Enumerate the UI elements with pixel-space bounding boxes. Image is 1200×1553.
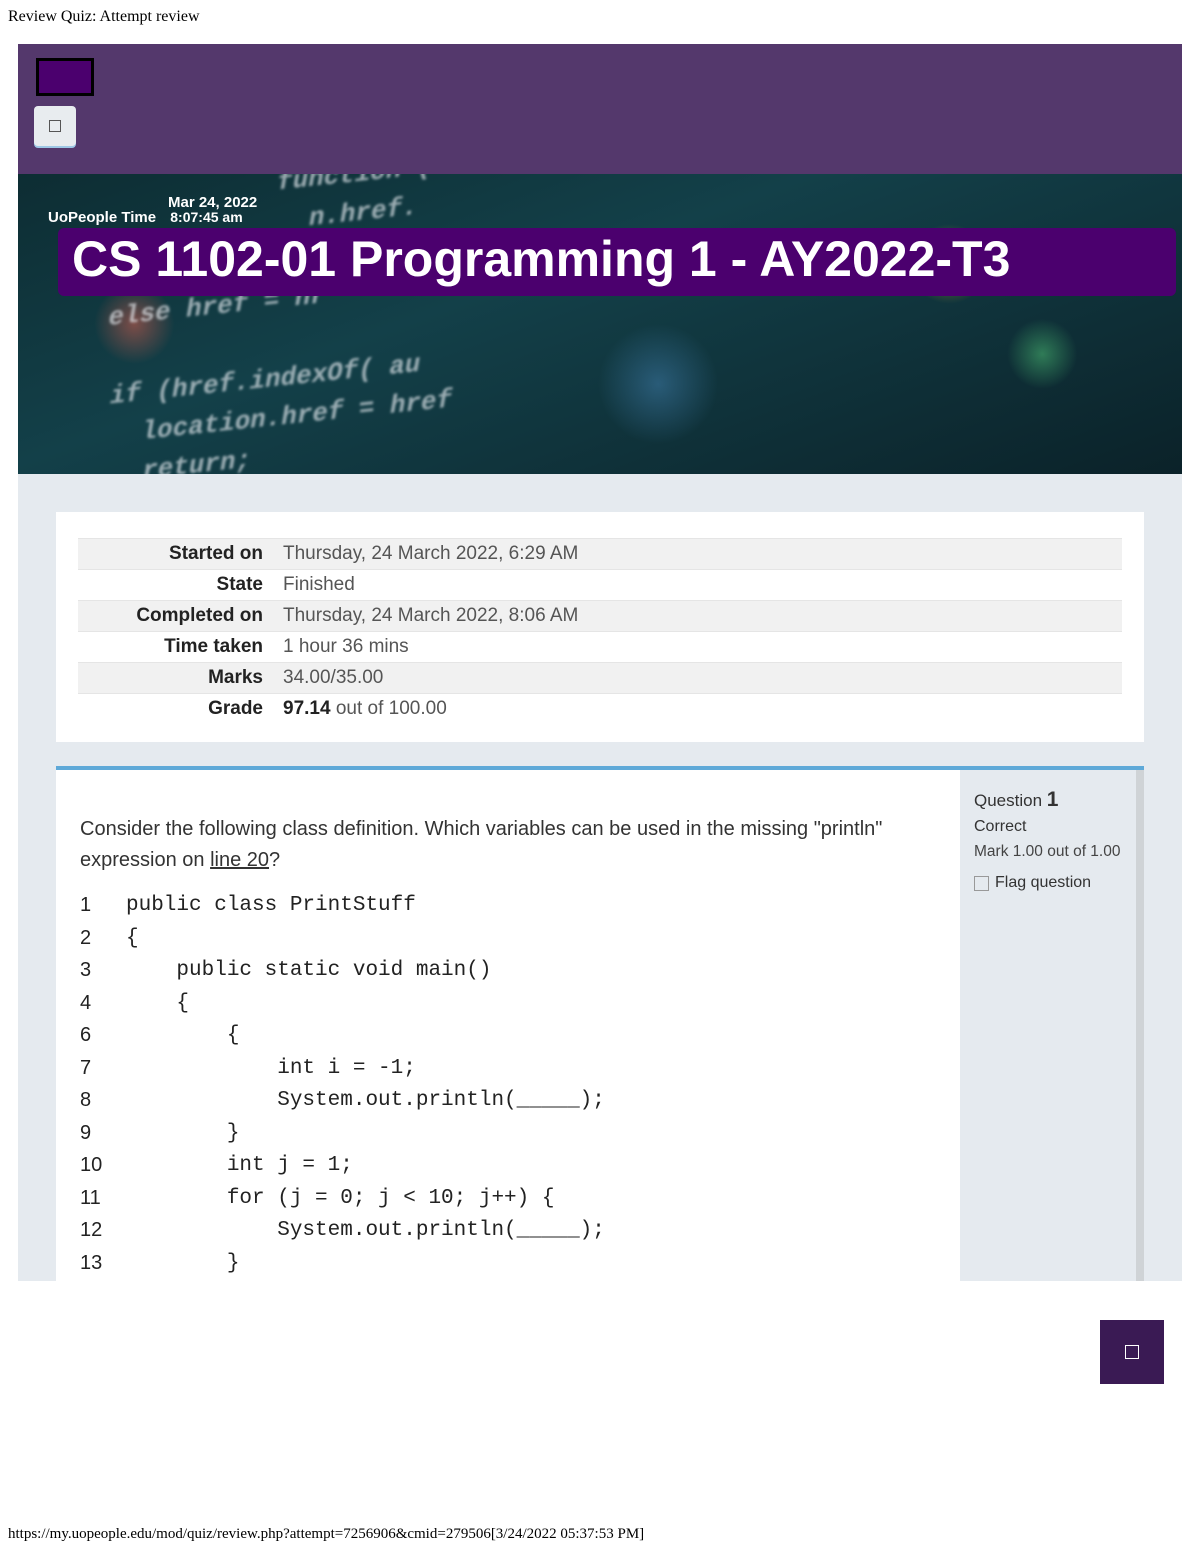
code-lineno: 3 [80,955,126,988]
hero-meta: Mar 24, 2022 UoPeople Time 8:07:45 am [48,194,257,226]
code-line: 1public class PrintStuff [80,890,936,923]
summary-value: 34.00/35.00 [273,663,1122,694]
course-hero-banner: function ( n.href. if (hre else href = h… [18,174,1182,474]
code-line: 12 System.out.println(_____); [80,1215,936,1248]
summary-row: Completed onThursday, 24 March 2022, 8:0… [78,601,1122,632]
code-lineno: 13 [80,1248,126,1281]
question-prompt-tail: ? [269,849,280,871]
code-text: } [126,1118,239,1151]
code-lineno: 10 [80,1150,126,1183]
summary-value: 97.14 out of 100.00 [273,694,1122,725]
code-line: 6 { [80,1020,936,1053]
code-lineno: 4 [80,988,126,1021]
code-line: 10 int j = 1; [80,1150,936,1183]
summary-value: 1 hour 36 mins [273,632,1122,663]
code-line: 11 for (j = 0; j < 10; j++) { [80,1183,936,1216]
summary-row: Time taken1 hour 36 mins [78,632,1122,663]
code-line: 9 } [80,1118,936,1151]
code-text: { [126,988,189,1021]
content-area: Started onThursday, 24 March 2022, 6:29 … [18,474,1182,1281]
summary-row: Marks34.00/35.00 [78,663,1122,694]
code-text: System.out.println(_____); [126,1215,605,1248]
summary-label: Started on [78,539,273,570]
course-title: CS 1102-01 Programming 1 - AY2022-T3 [72,230,1162,288]
question-mark: Mark 1.00 out of 1.00 [974,842,1126,862]
summary-row: Started onThursday, 24 March 2022, 6:29 … [78,539,1122,570]
menu-icon [49,120,61,132]
document-title: Review Quiz: Attempt review [0,0,1200,26]
code-text: for (j = 0; j < 10; j++) { [126,1183,554,1216]
summary-value: Finished [273,570,1122,601]
summary-value: Thursday, 24 March 2022, 8:06 AM [273,601,1122,632]
code-line: 7 int i = -1; [80,1053,936,1086]
flag-icon [974,876,989,891]
question-prompt-text: Consider the following class definition.… [80,818,882,871]
question-number: Question 1 [974,788,1126,812]
flag-question-link[interactable]: Flag question [974,874,1126,892]
site-logo[interactable] [36,58,94,96]
attempt-summary-table: Started onThursday, 24 March 2022, 6:29 … [78,538,1122,724]
hero-time: 8:07:45 am [170,209,242,225]
code-text: public class PrintStuff [126,890,416,923]
code-lineno: 12 [80,1215,126,1248]
code-text: { [126,923,139,956]
code-line: 3 public static void main() [80,955,936,988]
code-lineno: 1 [80,890,126,923]
top-header [18,44,1182,174]
question-state: Correct [974,818,1126,836]
question-prompt-link[interactable]: line 20 [210,849,269,871]
question-block: Consider the following class definition.… [56,766,1144,1281]
code-lineno: 7 [80,1053,126,1086]
code-text: public static void main() [126,955,491,988]
summary-label: Grade [78,694,273,725]
code-lineno: 2 [80,923,126,956]
summary-row: StateFinished [78,570,1122,601]
code-text: int j = 1; [126,1150,353,1183]
question-content: Consider the following class definition.… [56,770,960,1281]
code-text: int i = -1; [126,1053,416,1086]
scroll-helper-button[interactable] [1100,1320,1164,1384]
summary-label: Completed on [78,601,273,632]
question-info-panel: Question 1 Correct Mark 1.00 out of 1.00… [960,770,1144,1281]
summary-label: Marks [78,663,273,694]
code-line: 13 } [80,1248,936,1281]
uopeople-time-label: UoPeople Time [48,209,156,226]
code-lineno: 9 [80,1118,126,1151]
summary-value: Thursday, 24 March 2022, 6:29 AM [273,539,1122,570]
code-lineno: 11 [80,1183,126,1216]
code-line: 4 { [80,988,936,1021]
footer-url: https://my.uopeople.edu/mod/quiz/review.… [8,1526,644,1543]
summary-label: Time taken [78,632,273,663]
course-title-banner: CS 1102-01 Programming 1 - AY2022-T3 [58,228,1176,296]
summary-row: Grade97.14 out of 100.00 [78,694,1122,725]
attempt-summary-card: Started onThursday, 24 March 2022, 6:29 … [56,512,1144,742]
code-line: 8 System.out.println(_____); [80,1085,936,1118]
nav-toggle-button[interactable] [34,106,76,146]
code-text: System.out.println(_____); [126,1085,605,1118]
square-icon [1125,1345,1139,1359]
code-line: 2{ [80,923,936,956]
code-text: { [126,1020,239,1053]
flag-question-label: Flag question [995,874,1091,892]
code-listing: 1public class PrintStuff2{3 public stati… [80,890,936,1281]
page-container: function ( n.href. if (hre else href = h… [18,44,1182,1281]
question-prompt: Consider the following class definition.… [80,814,936,876]
summary-label: State [78,570,273,601]
code-lineno: 8 [80,1085,126,1118]
code-text: } [126,1248,239,1281]
code-lineno: 6 [80,1020,126,1053]
